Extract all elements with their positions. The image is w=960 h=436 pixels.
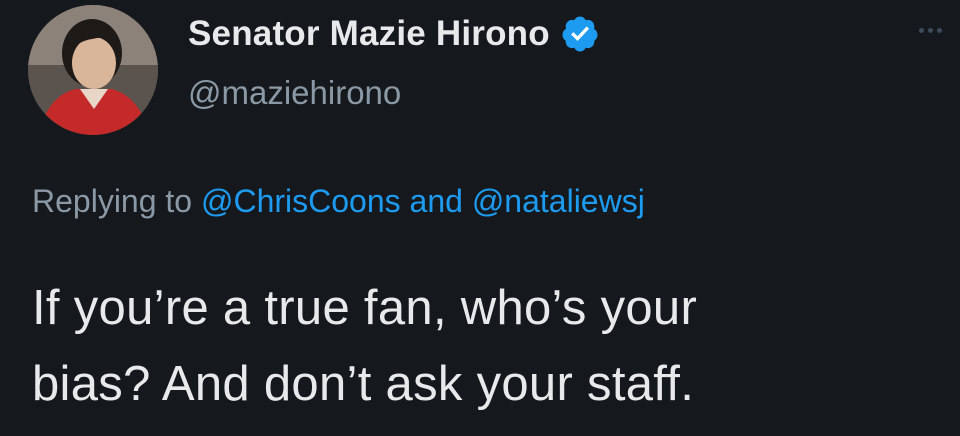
author-handle[interactable]: @maziehirono xyxy=(188,74,401,112)
profile-photo-image xyxy=(28,5,158,135)
avatar[interactable] xyxy=(28,5,158,135)
author-name-row: Senator Mazie Hirono xyxy=(188,14,600,54)
verified-badge-icon xyxy=(560,14,600,54)
author-display-name[interactable]: Senator Mazie Hirono xyxy=(188,14,550,54)
tweet-body: If you’re a true fan, who’s your bias? A… xyxy=(32,270,932,422)
tweet-line-1: If you’re a true fan, who’s your xyxy=(32,281,698,335)
replying-to-joiner[interactable]: and xyxy=(410,183,463,219)
replying-to-prefix: Replying to xyxy=(32,183,193,219)
mention-link-nataliewsj[interactable]: @nataliewsj xyxy=(472,183,645,219)
mention-link-chriscoons[interactable]: @ChrisCoons xyxy=(201,183,401,219)
tweet-line-2: bias? And don’t ask your staff. xyxy=(32,357,695,411)
more-options-icon[interactable] xyxy=(919,28,942,33)
replying-to-line: Replying to @ChrisCoons and @nataliewsj xyxy=(32,183,645,220)
